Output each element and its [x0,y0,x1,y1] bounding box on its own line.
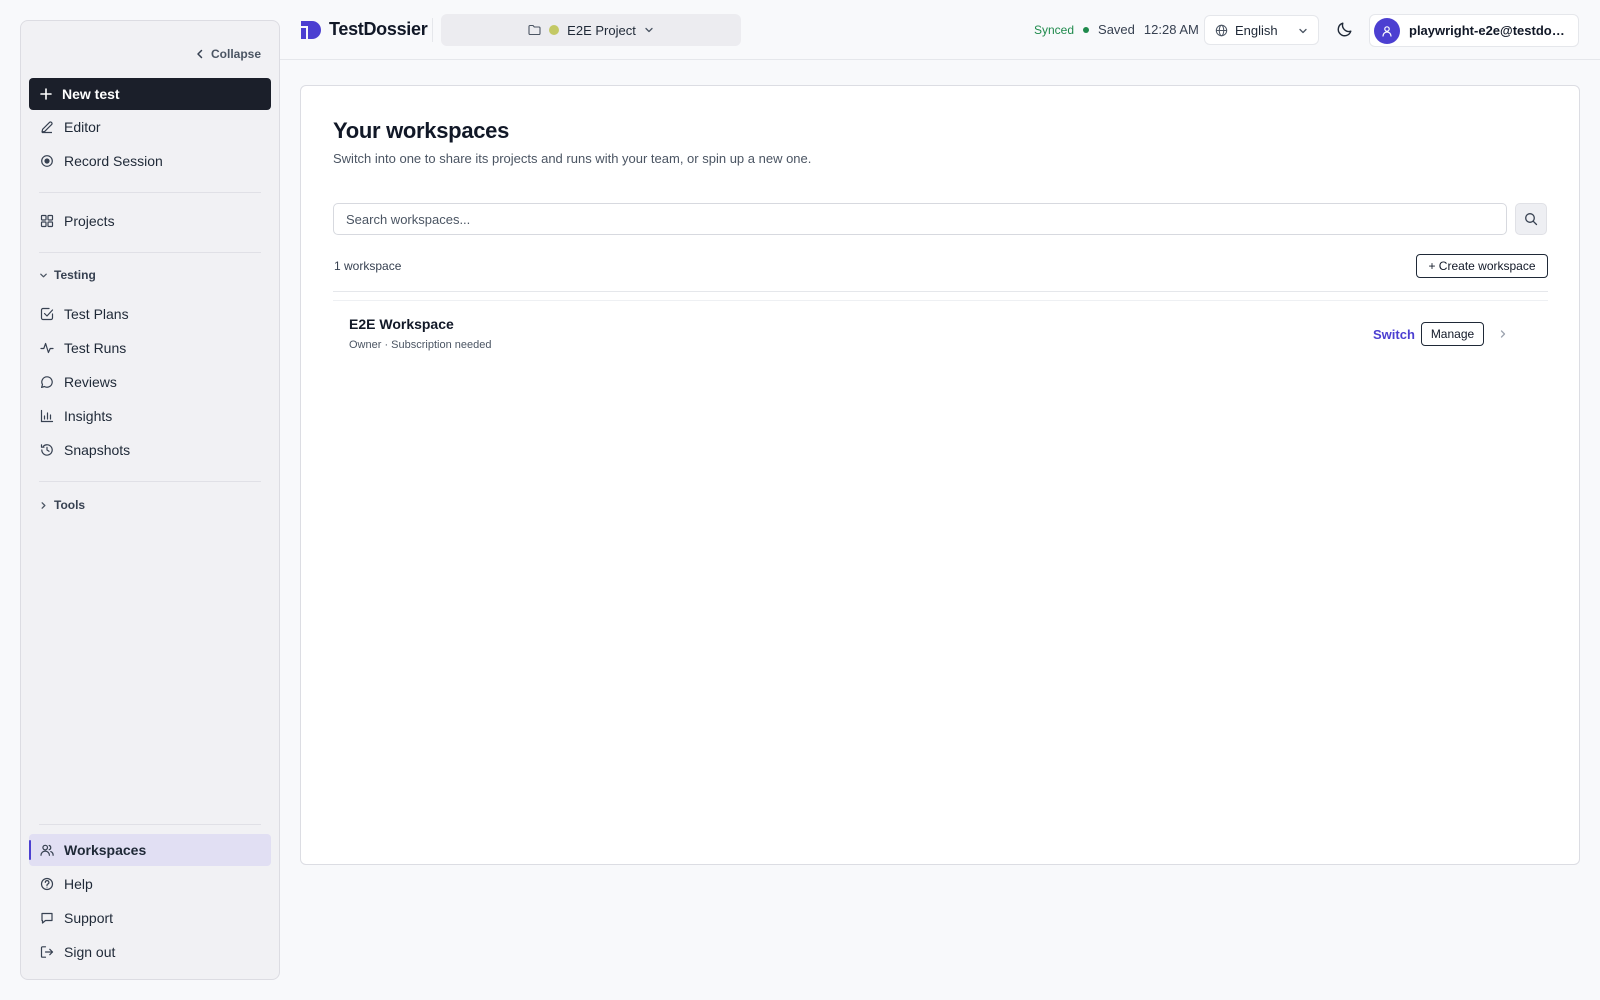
user-menu[interactable]: playwright-e2e@testdossier.app [1369,14,1579,47]
record-icon [40,154,54,168]
section-header-tools[interactable]: Tools [39,498,85,512]
status-dot [1083,26,1090,33]
sidebar-item-label: Test Runs [64,340,127,356]
sync-status: Synced Saved 12:28 AM [1034,22,1199,37]
page-subtitle: Switch into one to share its projects an… [333,151,812,166]
chevron-down-icon [1298,26,1308,36]
sidebar-item-reviews[interactable]: Reviews [29,366,271,398]
chevron-right-icon[interactable] [1498,329,1508,339]
sign-out-icon [40,945,54,959]
user-icon [1381,25,1393,37]
language-select[interactable]: English [1204,15,1319,45]
header-divider [432,18,433,42]
sidebar-item-label: Snapshots [64,442,131,458]
search-button[interactable] [1515,203,1547,235]
manage-button[interactable]: Manage [1421,322,1484,346]
user-email: playwright-e2e@testdossier.app [1409,23,1569,38]
sidebar-divider [39,481,261,482]
app-logo[interactable]: TestDossier [300,19,428,40]
new-test-label: New test [62,86,120,102]
chevron-right-icon [39,501,48,510]
create-workspace-button[interactable]: + Create workspace [1416,254,1548,278]
page-title: Your workspaces [333,118,510,143]
testdossier-logo-icon [300,20,322,40]
sidebar-item-record-session[interactable]: Record Session [29,145,271,177]
chat-icon [40,911,54,925]
chevron-down-icon [644,25,654,35]
project-name: E2E Project [567,22,636,38]
message-icon [40,375,54,389]
collapse-label: Collapse [210,47,261,61]
sidebar-item-projects[interactable]: Projects [29,205,271,237]
chevron-down-icon [39,271,48,280]
sidebar: Collapse New test Editor Record Session … [20,20,280,980]
workspace-row[interactable]: E2E Workspace Owner · Subscription neede… [333,300,1548,360]
sidebar-item-label: Workspaces [64,842,147,858]
list-divider [333,291,1548,292]
theme-toggle[interactable] [1336,20,1354,38]
section-label: Testing [54,268,96,282]
plus-icon [40,88,52,100]
sidebar-item-label: Sign out [64,944,116,960]
sidebar-item-workspaces[interactable]: Workspaces [29,834,271,866]
section-header-testing[interactable]: Testing [39,268,96,282]
section-label: Tools [54,498,86,512]
sidebar-item-label: Help [64,876,93,892]
sidebar-item-label: Reviews [64,374,117,390]
project-selector[interactable]: E2E Project [441,14,741,46]
sidebar-item-label: Test Plans [64,306,129,322]
bar-chart-icon [40,409,54,423]
language-value: English [1235,22,1278,38]
sidebar-item-label: Support [64,910,114,926]
sidebar-item-label: Projects [64,213,115,229]
sidebar-item-label: Record Session [64,153,163,169]
sidebar-item-test-plans[interactable]: Test Plans [29,298,271,330]
sidebar-item-test-runs[interactable]: Test Runs [29,332,271,364]
sidebar-item-label: Editor [64,119,101,135]
sidebar-item-snapshots[interactable]: Snapshots [29,434,271,466]
moon-icon [1336,20,1354,38]
project-color-dot [549,25,560,35]
workspace-meta: Owner · Subscription needed [349,339,492,351]
app-name: TestDossier [329,19,428,39]
search-input[interactable] [333,203,1507,235]
sidebar-item-insights[interactable]: Insights [29,400,271,432]
switch-button[interactable]: Switch [1373,327,1415,342]
help-icon [40,877,54,891]
collapse-button[interactable]: Collapse [195,47,261,61]
workspaces-card: Your workspaces Switch into one to share… [300,85,1580,865]
sidebar-item-editor[interactable]: Editor [29,111,271,143]
pencil-icon [40,120,54,134]
sidebar-divider [39,824,261,825]
workspace-count: 1 workspace [334,259,402,273]
users-icon [40,843,54,857]
saved-time: 12:28 AM [1143,22,1199,37]
sidebar-item-sign-out[interactable]: Sign out [29,936,271,968]
activity-icon [40,341,54,355]
sidebar-divider [39,192,261,193]
workspace-name: E2E Workspace [349,316,454,332]
sidebar-divider [39,252,261,253]
avatar [1374,17,1400,44]
history-icon [40,443,54,457]
new-test-button[interactable]: New test [29,78,271,110]
globe-icon [1215,24,1228,37]
saved-label: Saved [1098,22,1135,37]
sidebar-item-label: Insights [64,408,113,424]
grid-icon [40,214,54,228]
synced-label: Synced [1034,22,1075,37]
sidebar-item-help[interactable]: Help [29,868,271,900]
folder-icon [528,24,541,36]
checkbox-icon [40,307,54,321]
sidebar-item-support[interactable]: Support [29,902,271,934]
chevron-left-icon [195,49,205,59]
top-bar: TestDossier E2E Project Synced Saved 12:… [280,0,1600,60]
search-icon [1524,212,1538,226]
